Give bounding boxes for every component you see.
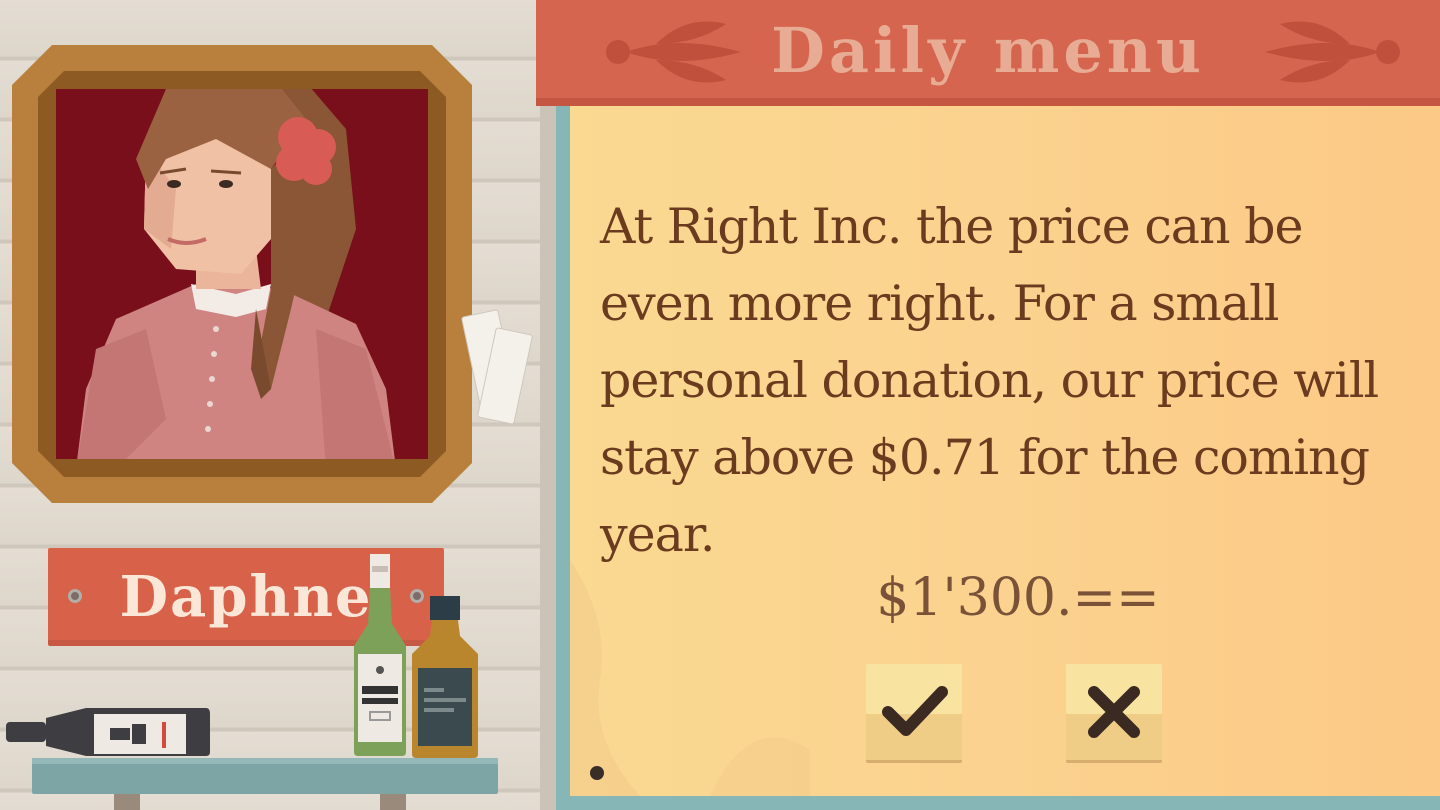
shelf-bracket xyxy=(114,794,140,810)
paper-stain xyxy=(570,560,810,796)
shelf-bracket xyxy=(380,794,406,810)
playing-cards xyxy=(460,309,534,432)
green-bottle-icon xyxy=(354,554,406,756)
decline-button[interactable] xyxy=(1066,664,1162,760)
menu-banner: Daily menu xyxy=(536,0,1440,106)
check-icon xyxy=(882,686,948,736)
accept-button[interactable] xyxy=(866,664,962,760)
offer-price: $1'300.== xyxy=(876,568,1160,628)
portrait-frame-inner xyxy=(38,71,446,477)
x-icon xyxy=(1088,686,1140,738)
offer-message: At Right Inc. the price can be even more… xyxy=(600,198,1379,563)
leaf-ornament-icon xyxy=(1265,21,1400,83)
amber-bottle-icon xyxy=(412,596,478,758)
lying-bottle-icon xyxy=(6,708,210,756)
panel-bottom-edge xyxy=(570,796,1440,810)
portrait-canvas xyxy=(56,89,428,459)
character-portrait xyxy=(76,89,396,459)
portrait-frame xyxy=(12,45,472,503)
pin xyxy=(590,766,604,780)
